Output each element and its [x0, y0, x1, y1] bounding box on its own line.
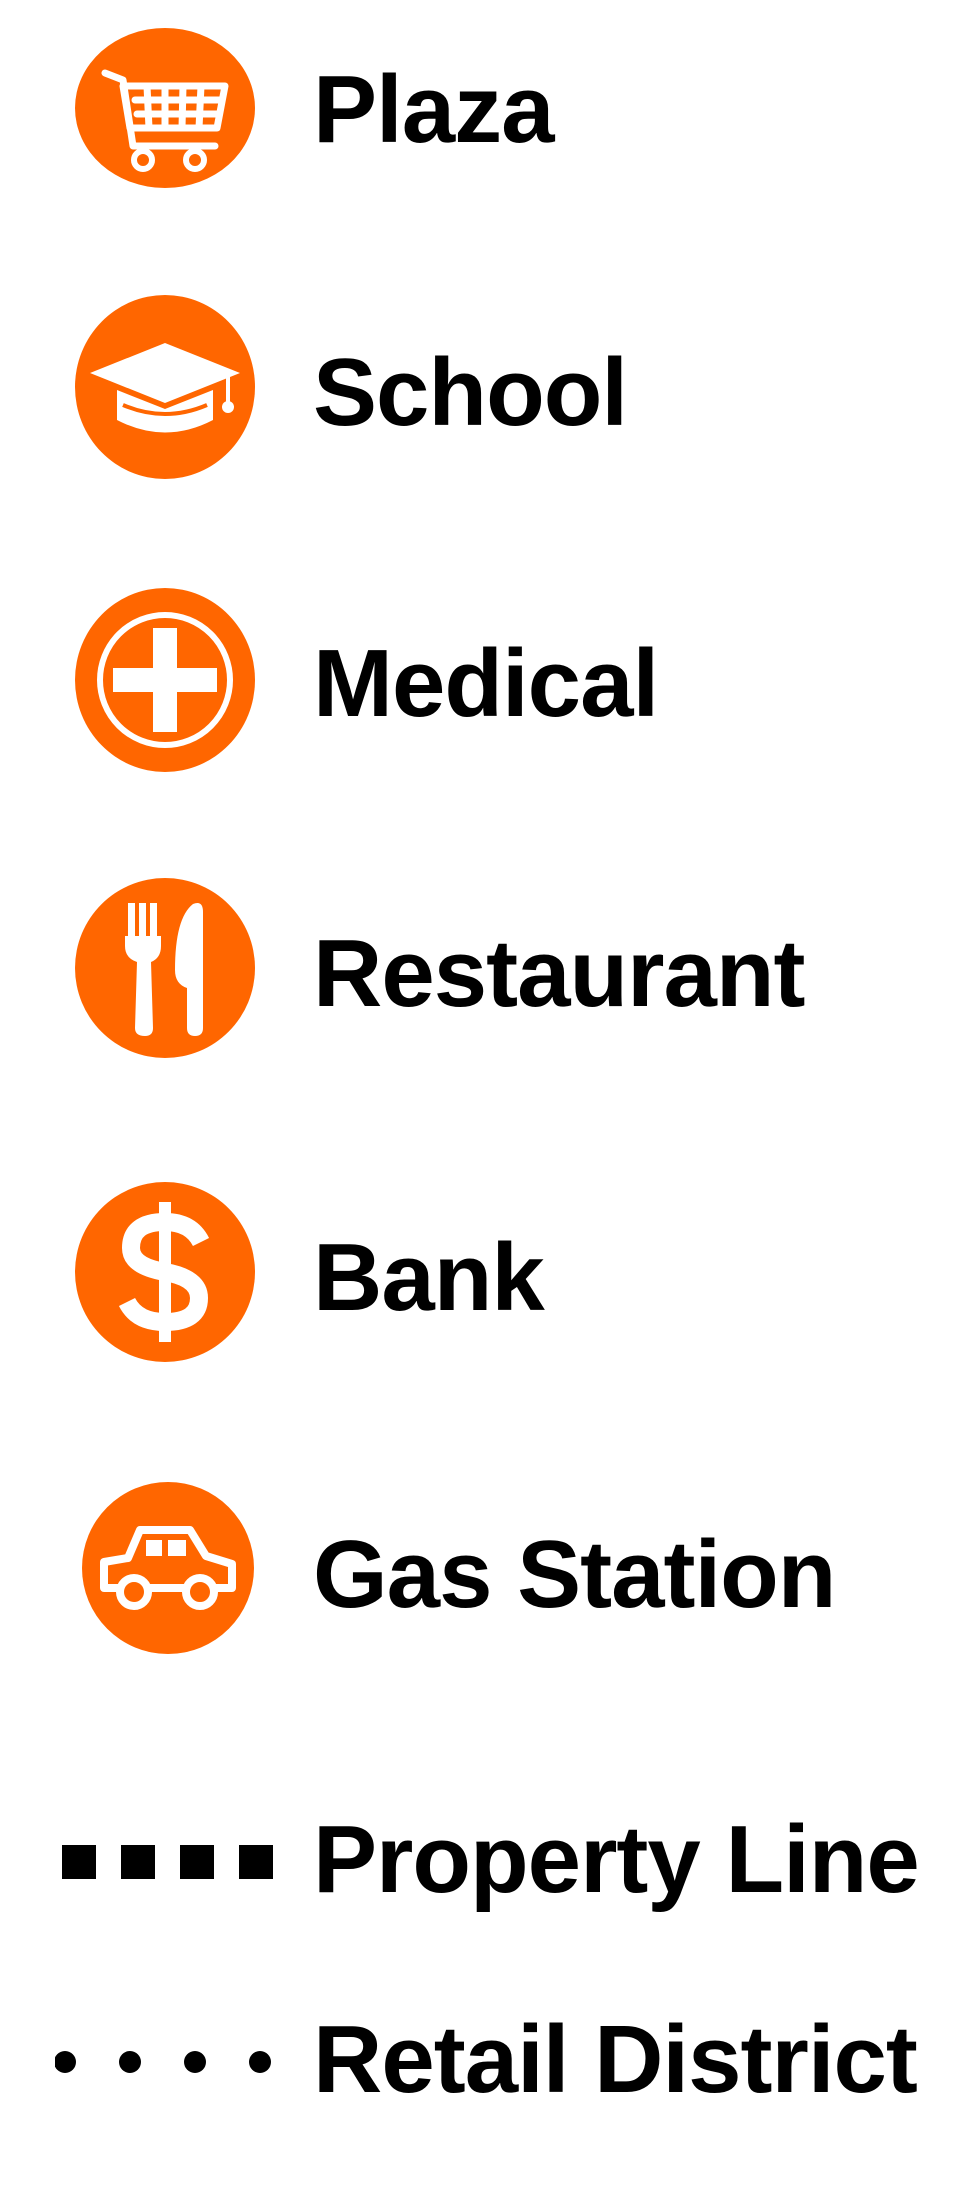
legend-label-retail-district: Retail District — [313, 2006, 918, 2113]
property-line-symbol — [55, 1832, 285, 1892]
fork-knife-icon — [75, 878, 255, 1058]
legend-item-school: School — [0, 295, 970, 495]
legend-item-bank: Bank — [0, 1182, 970, 1382]
legend-item-gas-station: Gas Station — [0, 1482, 970, 1682]
legend-item-restaurant: Restaurant — [0, 878, 970, 1078]
legend-label-medical: Medical — [313, 630, 659, 737]
legend-item-plaza: Plaza — [0, 28, 970, 228]
legend-label-property-line: Property Line — [313, 1806, 920, 1913]
legend-label-gas-station: Gas Station — [313, 1521, 836, 1628]
legend-item-medical: Medical — [0, 588, 970, 788]
shopping-cart-icon — [75, 28, 255, 208]
graduation-cap-icon — [75, 295, 255, 480]
legend-label-plaza: Plaza — [313, 56, 554, 163]
legend-label-school: School — [313, 339, 628, 446]
legend-item-property-line: Property Line — [0, 1800, 970, 2000]
medical-cross-icon — [75, 588, 255, 773]
legend-label-restaurant: Restaurant — [313, 920, 805, 1027]
car-icon — [82, 1482, 254, 1654]
map-legend: Plaza School Medical Restaurant Bank Gas… — [0, 0, 970, 2120]
legend-label-bank: Bank — [313, 1224, 545, 1331]
dollar-sign-icon — [75, 1182, 255, 1362]
legend-item-retail-district: Retail District — [0, 2010, 970, 2210]
retail-district-symbol — [55, 2032, 285, 2092]
